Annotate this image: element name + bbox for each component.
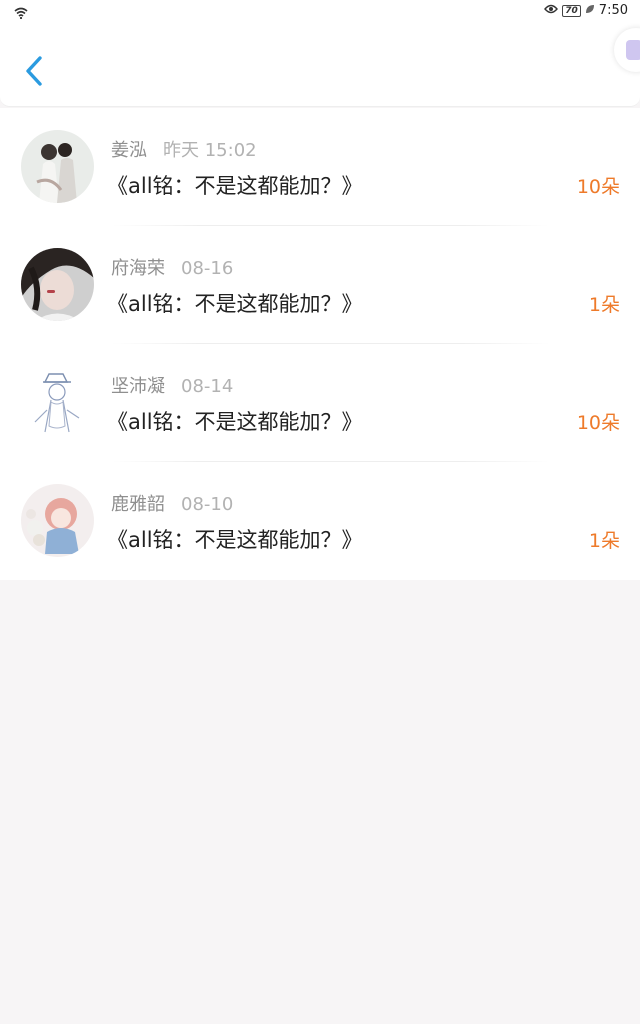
- gift-list: 姜泓 昨天 15:02 《all铭：不是这都能加？》 10朵 府海荣 08-16 《…: [0, 108, 640, 580]
- assistant-icon: [626, 40, 640, 60]
- status-time: 7:50: [598, 3, 628, 18]
- sender-line: 鹿雅韶 08-10: [111, 490, 233, 516]
- sender-name: 坚沛凝: [111, 376, 165, 397]
- sent-date: 昨天 15:02: [163, 140, 257, 161]
- sent-date: 08-14: [181, 376, 234, 397]
- sender-line: 府海荣 08-16: [111, 254, 233, 280]
- work-title: 《all铭：不是这都能加？》: [107, 292, 363, 316]
- flower-count: 1朵: [588, 294, 620, 316]
- flower-count: 10朵: [576, 176, 620, 198]
- avatar[interactable]: [21, 484, 94, 557]
- list-item[interactable]: 姜泓 昨天 15:02 《all铭：不是这都能加？》 10朵: [0, 108, 640, 226]
- avatar[interactable]: [21, 366, 94, 439]
- sent-date: 08-10: [181, 494, 234, 515]
- nav-bar: [0, 24, 640, 107]
- back-button[interactable]: [14, 50, 54, 90]
- flower-count: 10朵: [576, 412, 620, 434]
- leaf-icon: [585, 3, 595, 18]
- sender-line: 坚沛凝 08-14: [111, 372, 233, 398]
- chevron-left-icon: [14, 56, 54, 94]
- list-item[interactable]: 府海荣 08-16 《all铭：不是这都能加？》 1朵: [0, 226, 640, 344]
- status-bar: 70 7:50: [0, 0, 640, 24]
- work-title: 《all铭：不是这都能加？》: [107, 174, 363, 198]
- list-item[interactable]: 鹿雅韶 08-10 《all铭：不是这都能加？》 1朵: [0, 462, 640, 580]
- sender-name: 鹿雅韶: [111, 494, 165, 515]
- sender-name: 姜泓: [111, 140, 147, 161]
- battery-icon: 70: [562, 4, 581, 17]
- eye-icon: [544, 3, 559, 18]
- sender-name: 府海荣: [111, 258, 165, 279]
- list-item[interactable]: 坚沛凝 08-14 《all铭：不是这都能加？》 10朵: [0, 344, 640, 462]
- avatar[interactable]: [21, 248, 94, 321]
- floating-assistant-button[interactable]: [614, 28, 640, 72]
- work-title: 《all铭：不是这都能加？》: [107, 528, 363, 552]
- wifi-icon: [14, 4, 28, 23]
- flower-count: 1朵: [588, 530, 620, 552]
- work-title: 《all铭：不是这都能加？》: [107, 410, 363, 434]
- avatar[interactable]: [21, 130, 94, 203]
- sent-date: 08-16: [181, 258, 234, 279]
- sender-line: 姜泓 昨天 15:02: [111, 136, 257, 162]
